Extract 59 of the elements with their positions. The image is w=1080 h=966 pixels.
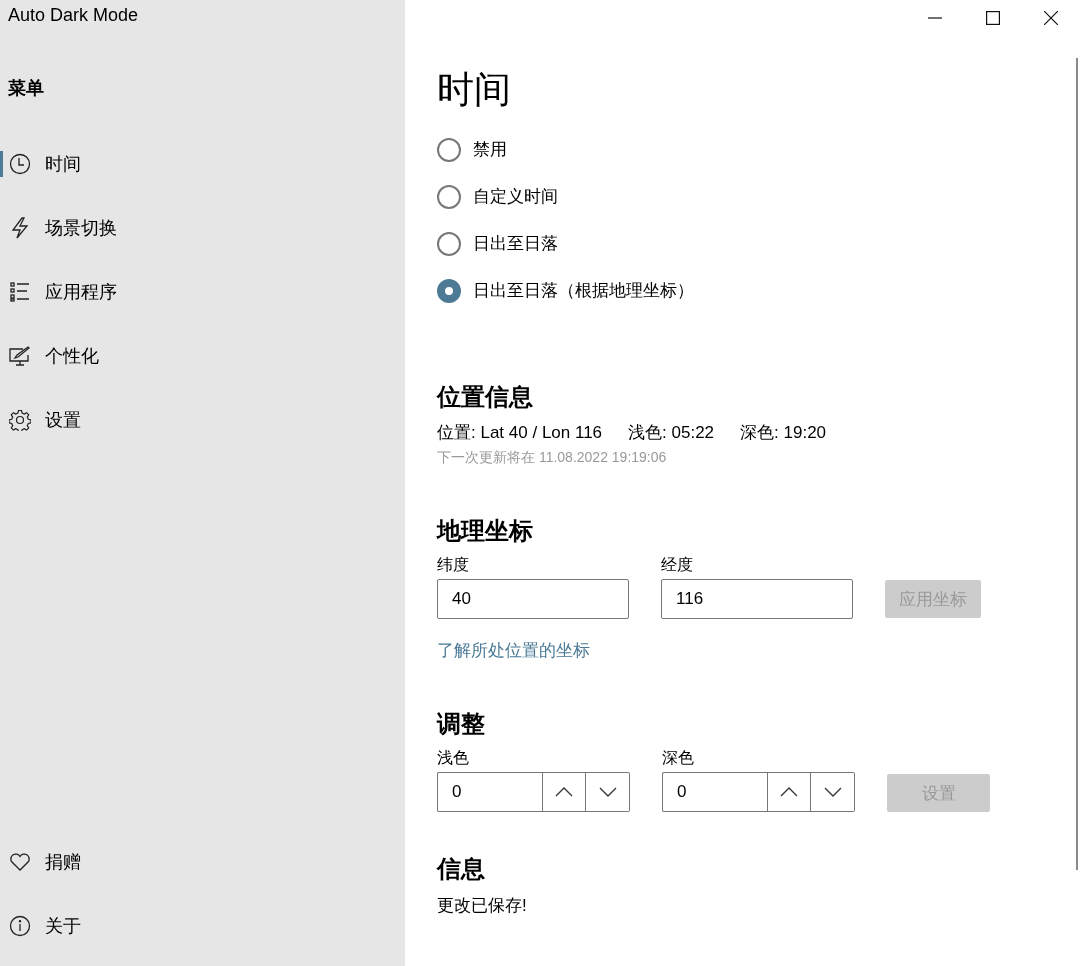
section-heading: 地理坐标 [437,516,533,546]
list-icon [10,282,30,302]
radio-button[interactable] [437,278,461,303]
field-label: 纬度 [437,555,469,575]
nav-item[interactable]: 捐赠 [0,830,405,894]
nav-item[interactable]: 关于 [0,894,405,958]
radio-label: 日出至日落 [473,233,558,255]
status-message: 更改已保存! [437,895,527,917]
monitor-brush-icon [9,346,31,366]
nav-item[interactable]: 场景切换 [0,196,405,260]
decrement-button[interactable] [811,772,855,812]
coordinates-link[interactable]: 了解所处位置的坐标 [437,639,590,663]
increment-button[interactable] [767,772,811,812]
radio-button[interactable] [437,231,461,256]
chevron-up-icon [780,787,798,797]
settings-icon [9,409,31,431]
close-icon [1044,11,1058,25]
radio-label: 自定义时间 [473,186,558,208]
nav-item[interactable]: 应用程序 [0,260,405,324]
field-label: 浅色 [437,748,469,768]
field-label: 经度 [661,555,693,575]
radio-label: 日出至日落（根据地理坐标） [473,280,694,302]
radio-option[interactable]: 日出至日落 [437,220,558,267]
number-field[interactable]: 0 [437,772,542,812]
dark-time-text: 深色: 19:20 [740,421,827,444]
light-time-text: 浅色: 05:22 [628,421,715,444]
increment-button[interactable] [542,772,586,812]
field-label: 深色 [662,748,694,768]
input-field[interactable]: 116 [661,579,853,619]
radio-option[interactable]: 自定义时间 [437,173,558,220]
nav-item[interactable]: 时间 [0,132,405,196]
section-heading: 调整 [437,709,485,739]
lightning-icon [10,217,30,239]
nav-item[interactable]: 设置 [0,388,405,452]
chevron-down-icon [598,787,617,797]
decrement-button[interactable] [586,772,630,812]
radio-button[interactable] [437,137,461,162]
heart-icon [9,853,31,871]
chevron-down-icon [823,787,842,797]
radio-option[interactable]: 日出至日落（根据地理坐标） [437,267,694,314]
minimize-icon [928,17,942,19]
clock-icon [9,153,31,175]
section-heading: 信息 [437,854,485,884]
section-heading: 位置信息 [437,382,533,412]
location-text: 位置: Lat 40 / Lon 116 [437,421,603,444]
scrollbar[interactable] [1076,58,1078,870]
nav-item[interactable]: 个性化 [0,324,405,388]
page-title: 时间 [437,68,511,112]
window-title: Auto Dark Mode [7,4,139,27]
radio-button[interactable] [437,184,461,209]
radio-option[interactable]: 禁用 [437,126,507,173]
menu-heading: 菜单 [8,77,44,100]
input-field[interactable]: 40 [437,579,629,619]
chevron-up-icon [555,787,573,797]
info-icon [9,915,31,937]
next-update-text: 下一次更新将在 11.08.2022 19:19:06 [437,449,667,467]
maximize-icon [986,11,1000,25]
number-field[interactable]: 0 [662,772,767,812]
radio-label: 禁用 [473,139,507,161]
